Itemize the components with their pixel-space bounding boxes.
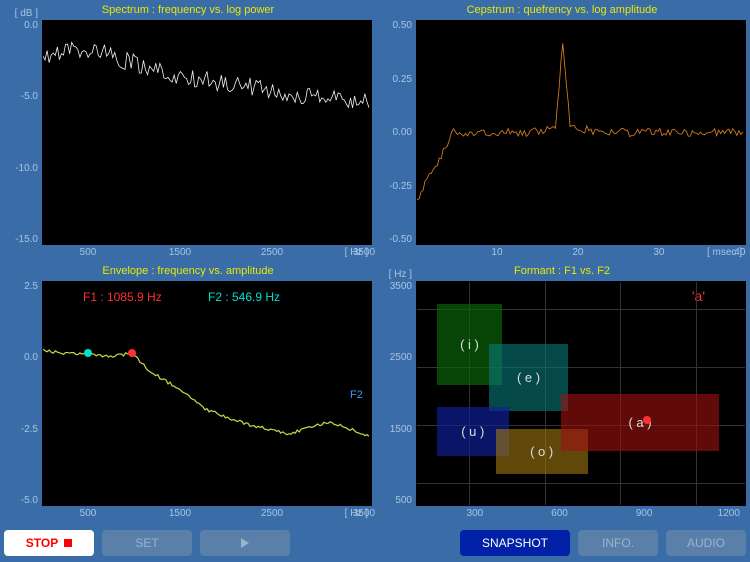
cepstrum-x-axis: 10 20 30 40 [ msec ] [378,245,746,259]
formant-x-axis: 300 600 900 1200 [378,506,746,520]
formant-f2-axis-label: F2 [350,389,363,401]
stop-icon [64,539,72,547]
cepstrum-chart: Cepstrum : quefrency vs. log amplitude 0… [378,4,746,259]
formant-title: Formant : F1 vs. F2 [378,265,746,279]
toolbar: STOP SET SNAPSHOT INFO. AUDIO [4,528,746,558]
spectrum-x-axis: 500 1500 2500 3500 [ Hz ] [4,245,372,259]
formant-chart: Formant : F1 vs. F2 [ Hz ] 3500 2500 150… [378,265,746,520]
envelope-y-axis: 2.5 0.0 -2.5 -5.0 [4,281,42,506]
play-button[interactable] [200,530,290,556]
envelope-f2-marker [84,349,92,357]
envelope-f1-marker [128,349,136,357]
play-icon [241,538,249,548]
formant-current-vowel: 'a' [692,288,705,304]
envelope-chart: Envelope : frequency vs. amplitude 2.5 0… [4,265,372,520]
cepstrum-y-axis: 0.50 0.25 0.00 -0.25 -0.50 [378,20,416,245]
formant-current-point [643,416,651,424]
info-button[interactable]: INFO. [578,530,658,556]
envelope-x-axis: 500 1500 2500 3500 [ Hz ] [4,506,372,520]
audio-button[interactable]: AUDIO [666,530,746,556]
formant-y-axis: [ Hz ] 3500 2500 1500 500 F2 [378,281,416,506]
cepstrum-plot [416,20,746,245]
spectrum-chart: Spectrum : frequency vs. log power [ dB … [4,4,372,259]
spectrum-plot [42,20,372,245]
spectrum-y-axis: [ dB ] 0.0 -5.0 -10.0 -15.0 [4,20,42,245]
spectrum-title: Spectrum : frequency vs. log power [4,4,372,18]
stop-button[interactable]: STOP [4,530,94,556]
vowel-region-a: ( a ) [561,394,718,452]
vowel-region-e: ( e ) [489,344,568,411]
formant-plot: 'a' ( i ) ( e ) ( u ) ( o ) ( a ) F1 [416,281,746,506]
envelope-title: Envelope : frequency vs. amplitude [4,265,372,279]
snapshot-button[interactable]: SNAPSHOT [460,530,570,556]
envelope-plot: F1 : 1085.9 Hz F2 : 546.9 Hz [42,281,372,506]
cepstrum-title: Cepstrum : quefrency vs. log amplitude [378,4,746,18]
set-button[interactable]: SET [102,530,192,556]
